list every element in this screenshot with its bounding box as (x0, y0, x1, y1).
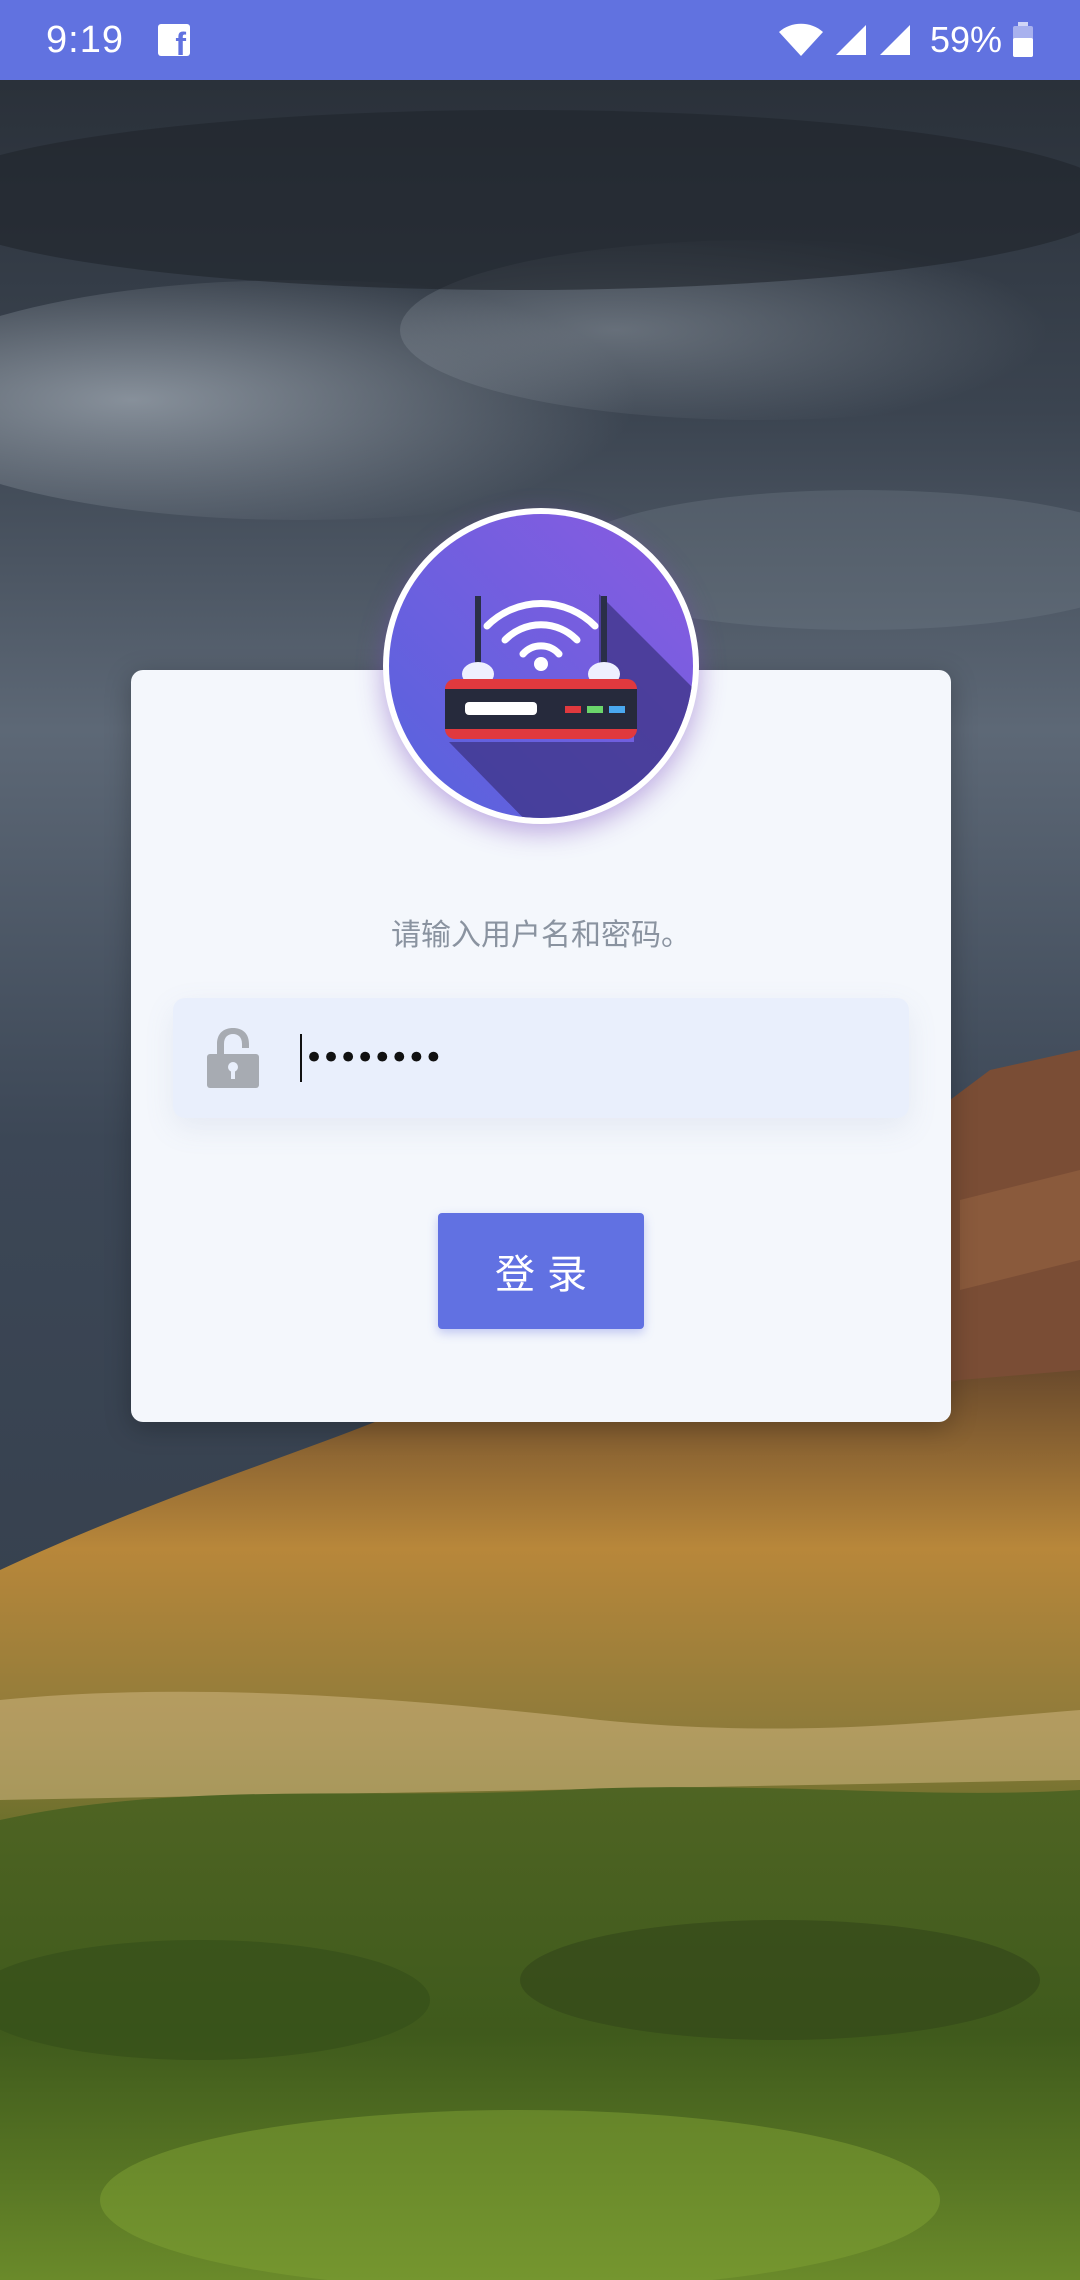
unlock-icon (207, 1028, 259, 1088)
app-logo (383, 508, 699, 824)
password-input[interactable]: •••••••• (304, 1034, 443, 1082)
status-time: 9:19 (46, 18, 124, 61)
password-field[interactable]: •••••••• (173, 998, 909, 1118)
facebook-icon: f (157, 24, 190, 56)
cell-signal-icon (835, 25, 866, 55)
cell-signal-icon (879, 25, 910, 55)
text-caret (300, 1034, 302, 1082)
battery-percent: 59% (929, 19, 1002, 60)
status-bar: 9:19 f 59% (0, 0, 1080, 80)
status-icons: 59% (778, 19, 1034, 61)
router-icon (389, 514, 693, 818)
login-prompt: 请输入用户名和密码。 (391, 918, 691, 953)
wifi-icon (778, 23, 823, 56)
battery-icon (1013, 22, 1033, 57)
login-button[interactable]: 登录 (438, 1213, 644, 1329)
